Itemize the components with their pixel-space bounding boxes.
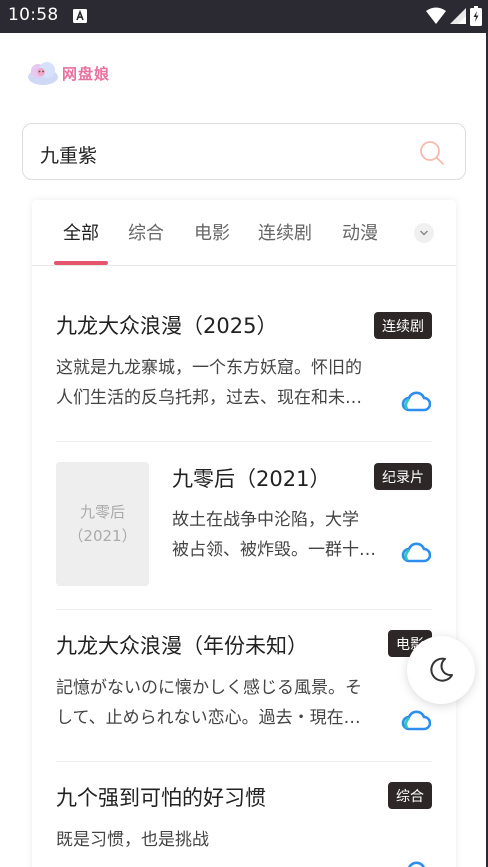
description-line: 記憶がないのに懐かしく感じる風景。そ <box>56 678 362 698</box>
category-tabs: 全部 综合 电影 连续剧 动漫 <box>32 200 456 266</box>
cloud-drive-icon[interactable] <box>401 541 431 565</box>
search-query[interactable]: 九重紫 <box>40 141 97 168</box>
result-badge: 连续剧 <box>374 312 432 339</box>
divider <box>56 609 432 610</box>
notification-a-icon <box>73 9 87 23</box>
description-line: 既是习惯，也是挑战 <box>56 830 209 850</box>
description-line: して、止められない恋心。過去・現在… <box>56 708 361 728</box>
result-thumbnail[interactable]: 九零后 （2021） <box>56 462 149 586</box>
night-mode-button[interactable] <box>407 636 475 704</box>
result-description: 这就是九龙寨城，一个东方妖窟。怀旧的 人们生活的反乌托邦，过去、现在和未… <box>56 353 401 413</box>
result-title[interactable]: 九龙大众浪漫（年份未知） <box>56 630 308 660</box>
cloud-logo-icon <box>28 62 58 85</box>
result-item[interactable]: 九龙大众浪漫（2025） 连续剧 这就是九龙寨城，一个东方妖窟。怀旧的 人们生活… <box>56 310 432 420</box>
description-line: 这就是九龙寨城，一个东方妖窟。怀旧的 <box>56 358 362 378</box>
thumbnail-title: 九零后 <box>79 503 125 521</box>
result-item[interactable]: 九零后 （2021） 九零后（2021） 纪录片 故土在战争中沦陷，大学 被占领… <box>56 462 432 588</box>
result-item[interactable]: 九个强到可怕的好习惯 综合 既是习惯，也是挑战 <box>56 782 432 867</box>
result-item[interactable]: 九龙大众浪漫（年份未知） 电影 記憶がないのに懐かしく感じる風景。そ して、止め… <box>56 630 432 740</box>
divider <box>56 761 432 762</box>
description-line: 故土在战争中沦陷，大学 <box>172 510 359 530</box>
description-line: 人们生活的反乌托邦，过去、现在和未… <box>56 388 362 408</box>
logo-text: 网盘娘 <box>62 64 111 83</box>
app-logo[interactable]: 网盘娘 <box>26 58 110 88</box>
tab-all[interactable]: 全部 <box>63 219 99 245</box>
result-description: 故土在战争中沦陷，大学 被占领、被炸毁。一群十… <box>172 505 402 565</box>
result-badge: 纪录片 <box>374 463 432 490</box>
tab-anime[interactable]: 动漫 <box>342 219 378 245</box>
results-card: 全部 综合 电影 连续剧 动漫 九龙大众浪漫（2025） 连续剧 这就是九龙寨城… <box>32 200 456 867</box>
chevron-down-icon <box>420 230 428 236</box>
search-icon[interactable] <box>419 140 445 166</box>
result-badge: 综合 <box>388 782 432 809</box>
search-input[interactable]: 九重紫 <box>22 123 466 180</box>
wifi-icon <box>426 7 446 24</box>
thumbnail-year: （2021） <box>68 527 137 545</box>
result-title[interactable]: 九个强到可怕的好习惯 <box>56 782 266 812</box>
result-title[interactable]: 九龙大众浪漫（2025） <box>56 310 277 340</box>
result-description: 既是习惯，也是挑战 <box>56 825 401 855</box>
battery-icon <box>470 6 482 26</box>
result-description: 記憶がないのに懐かしく感じる風景。そ して、止められない恋心。過去・現在… <box>56 673 401 733</box>
description-line: 被占领、被炸毁。一群十… <box>172 540 376 560</box>
signal-icon <box>450 8 466 24</box>
status-time: 10:58 <box>8 5 59 25</box>
tab-general[interactable]: 综合 <box>128 219 164 245</box>
moon-icon <box>430 657 453 682</box>
status-bar: 10:58 <box>0 0 488 33</box>
tabs-expand-button[interactable] <box>414 223 434 243</box>
cloud-drive-icon[interactable] <box>401 390 431 414</box>
result-title[interactable]: 九零后（2021） <box>172 463 330 493</box>
cloud-drive-icon[interactable] <box>401 709 431 733</box>
active-tab-indicator <box>54 261 108 265</box>
tab-series[interactable]: 连续剧 <box>258 219 312 245</box>
status-icons <box>426 6 482 26</box>
divider <box>56 441 432 442</box>
tab-movie[interactable]: 电影 <box>194 219 230 245</box>
cloud-drive-icon[interactable] <box>401 860 431 867</box>
